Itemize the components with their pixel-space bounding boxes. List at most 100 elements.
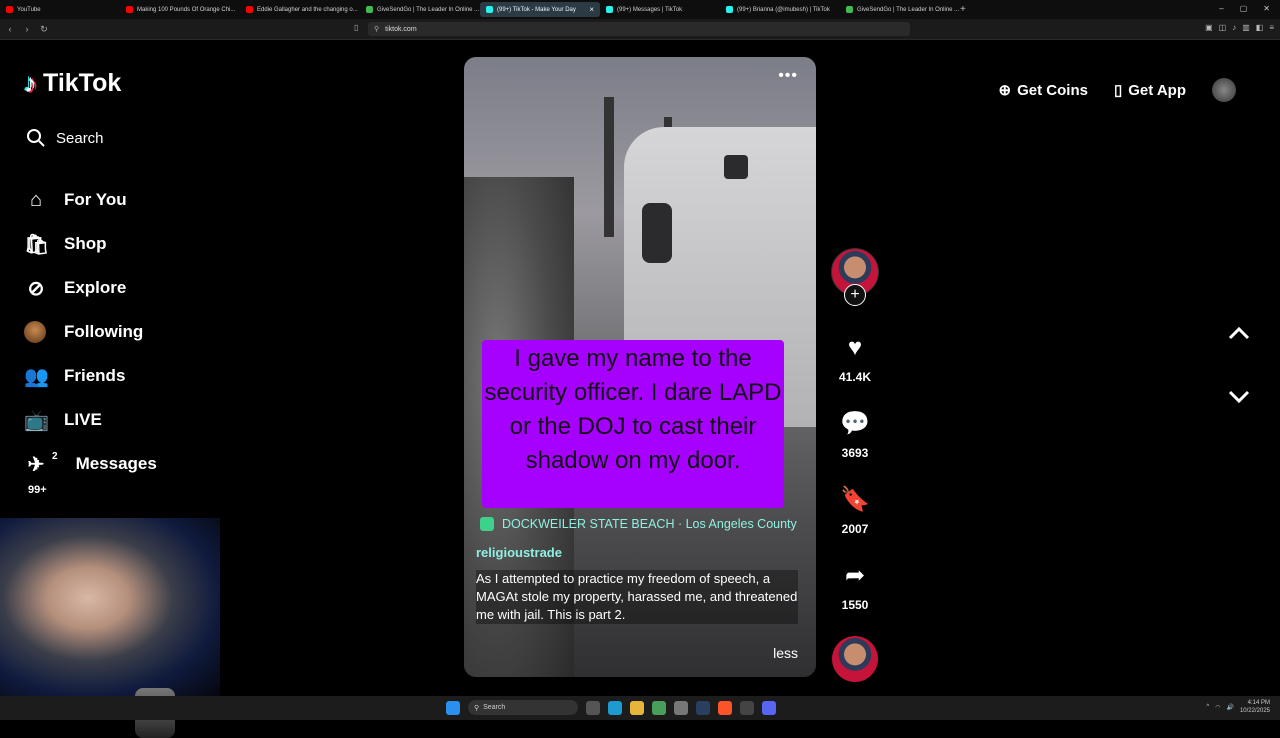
sidebar-item-label: Explore xyxy=(64,278,127,297)
network-icon[interactable]: ◠ xyxy=(1215,704,1220,711)
steam-icon[interactable] xyxy=(696,700,710,715)
minimize-icon[interactable]: – xyxy=(1219,4,1223,13)
chevron-down-icon xyxy=(1228,390,1250,404)
comment-count: 3693 xyxy=(841,446,869,460)
brave-icon[interactable] xyxy=(718,700,732,715)
music-disc-avatar[interactable] xyxy=(832,636,878,682)
sidebar-item-label: For You xyxy=(64,190,127,209)
sidebar-item-label: Following xyxy=(64,322,144,341)
header-actions: ⊕ Get Coins ▯ Get App xyxy=(999,78,1236,102)
windows-start-icon[interactable] xyxy=(446,700,460,715)
app-icon[interactable] xyxy=(674,700,688,715)
edge-icon[interactable] xyxy=(608,700,622,715)
get-app-label: Get App xyxy=(1128,81,1186,99)
caption-overlay: I gave my name to the security officer. … xyxy=(482,340,784,508)
less-button[interactable]: less xyxy=(773,645,798,661)
forward-icon[interactable]: › xyxy=(20,24,34,34)
browser-tab[interactable]: GiveSendGo | The Leader In Online ... xyxy=(360,2,480,17)
menu-icon[interactable]: ≡ xyxy=(1269,23,1274,32)
url-text: tiktok.com xyxy=(385,25,417,33)
close-tab-icon[interactable]: × xyxy=(589,5,594,14)
back-icon[interactable]: ‹ xyxy=(3,24,17,34)
get-app-button[interactable]: ▯ Get App xyxy=(1114,81,1186,100)
tab-label: (99+) Messages | TikTok xyxy=(617,6,683,13)
live-icon: 📺 xyxy=(24,409,49,432)
sidebar-item-shop[interactable]: 🛍 Shop xyxy=(24,222,157,266)
discord-icon[interactable] xyxy=(762,700,776,715)
tab-label: Making 100 Pounds Of Orange Chi... xyxy=(137,6,236,13)
sidebar-item-for-you[interactable]: ⌂ For You xyxy=(24,178,157,222)
get-coins-button[interactable]: ⊕ Get Coins xyxy=(998,81,1088,100)
location-text: DOCKWEILER STATE BEACH · Los Angeles Cou… xyxy=(502,517,797,531)
reload-icon[interactable]: ↻ xyxy=(37,24,51,35)
tab-favicon-icon xyxy=(606,6,613,13)
browser-tab[interactable]: GiveSendGo | The Leader In Online ... xyxy=(840,2,960,17)
address-bar[interactable]: ⚲ tiktok.com xyxy=(368,22,910,36)
creator-username[interactable]: religioustrade xyxy=(476,545,562,560)
clock-time: 4:14 PM xyxy=(1247,700,1270,706)
save-action[interactable]: 🔖 2007 xyxy=(840,486,870,537)
avatar xyxy=(24,321,46,343)
wallet-icon[interactable]: ◧ xyxy=(1256,23,1264,32)
browser-tab[interactable]: (99+) Brianna (@imubesh) | TikTok xyxy=(720,2,840,17)
tray-chevron-icon[interactable]: ^ xyxy=(1206,704,1209,710)
sidebar-item-following[interactable]: Following xyxy=(24,310,157,354)
tab-label: GiveSendGo | The Leader In Online ... xyxy=(377,6,480,13)
task-view-icon[interactable] xyxy=(586,700,600,715)
file-explorer-icon[interactable] xyxy=(630,700,644,715)
tab-favicon-icon xyxy=(246,6,253,13)
taskbar-clock[interactable]: 4:14 PM 10/22/2025 xyxy=(1240,699,1270,715)
extension-icon[interactable]: ♪ xyxy=(1232,23,1236,32)
previous-video-button[interactable] xyxy=(1228,324,1250,345)
coin-icon: ⊕ xyxy=(998,82,1012,99)
extension-icon[interactable]: ▣ xyxy=(1205,23,1213,32)
browser-tab[interactable]: Making 100 Pounds Of Orange Chi... xyxy=(120,2,240,17)
shop-icon: 🛍 xyxy=(24,233,50,256)
more-options-icon[interactable]: ••• xyxy=(778,67,798,85)
profile-avatar[interactable] xyxy=(1212,78,1236,102)
messages-icon: ✈ xyxy=(27,453,45,476)
sidebar-item-live[interactable]: 📺 LIVE xyxy=(24,398,157,442)
browser-tab[interactable]: Eddie Gallagher and the changing o... xyxy=(240,2,360,17)
taskbar-search[interactable]: ⚲ Search xyxy=(468,700,578,715)
search-button[interactable]: Search xyxy=(26,128,104,148)
comment-action[interactable]: 💬 3693 xyxy=(840,412,870,461)
restore-icon[interactable]: ▢ xyxy=(1240,4,1248,13)
follow-button[interactable]: + xyxy=(844,284,866,306)
obs-icon[interactable] xyxy=(740,700,754,715)
bookmark-icon: 🔖 xyxy=(840,486,870,513)
like-action[interactable]: ♥ 41.4K xyxy=(839,336,871,385)
browser-tab[interactable]: YouTube xyxy=(0,2,120,17)
palm-tree-image xyxy=(604,97,614,237)
share-action[interactable]: ➦ 1550 xyxy=(842,564,869,613)
sidebar-item-messages[interactable]: ✈ 2 Messages xyxy=(24,442,157,486)
tiktok-logo[interactable]: ♪ TikTok xyxy=(24,68,121,99)
site-info-icon[interactable]: ⚲ xyxy=(374,25,379,33)
close-window-icon[interactable]: ✕ xyxy=(1263,4,1270,13)
tab-label: (99+) TikTok - Make Your Day xyxy=(497,6,576,13)
sidebar-toggle-icon[interactable]: ▥ xyxy=(1242,23,1250,32)
video-player[interactable]: ••• I gave my name to the security offic… xyxy=(464,57,816,677)
bookmark-icon[interactable]: ▯ xyxy=(354,23,358,32)
chrome-icon[interactable] xyxy=(652,700,666,715)
windows-taskbar: ⚲ Search ^ ◠ 🔊 4:14 PM 10/22/2025 xyxy=(0,696,1280,720)
trailer-window xyxy=(724,155,748,179)
action-bar: + ♥ 41.4K 💬 3693 🔖 2007 ➦ 1550 xyxy=(830,248,880,612)
search-label: Search xyxy=(56,129,104,147)
friends-icon: 👥 xyxy=(24,365,49,388)
sidebar-item-explore[interactable]: ⊘ Explore xyxy=(24,266,157,310)
location-tag[interactable]: DOCKWEILER STATE BEACH · Los Angeles Cou… xyxy=(480,517,816,531)
browser-extensions: ▣ ◫ ♪ ▥ ◧ ≡ xyxy=(1205,23,1274,32)
browser-tab[interactable]: (99+) Messages | TikTok xyxy=(600,2,720,17)
search-icon xyxy=(27,129,45,147)
next-video-button[interactable] xyxy=(1228,388,1250,409)
sidebar-item-friends[interactable]: 👥 Friends xyxy=(24,354,157,398)
tiktok-page: ♪ TikTok Search ⌂ For You 🛍 Shop ⊘ Explo… xyxy=(0,40,1280,738)
home-icon: ⌂ xyxy=(29,188,43,211)
new-tab-icon[interactable]: + xyxy=(960,4,974,15)
system-tray: ^ ◠ 🔊 4:14 PM 10/22/2025 xyxy=(1206,699,1270,715)
compass-icon: ⊘ xyxy=(27,277,45,300)
browser-tab[interactable]: (99+) TikTok - Make Your Day × xyxy=(480,2,600,17)
volume-icon[interactable]: 🔊 xyxy=(1226,704,1233,711)
extension-icon[interactable]: ◫ xyxy=(1219,23,1227,32)
